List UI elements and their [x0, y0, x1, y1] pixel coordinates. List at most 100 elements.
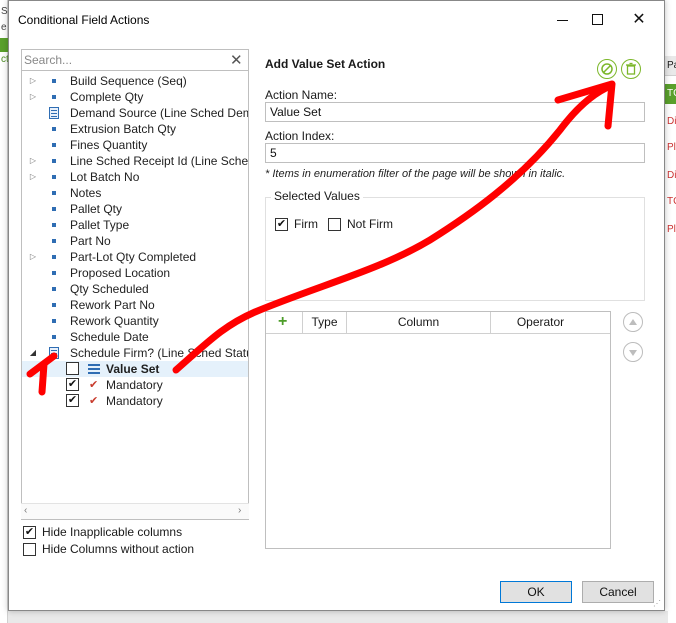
- tree-item[interactable]: Qty Scheduled: [22, 281, 248, 297]
- tree-child-item[interactable]: ✔ ✔ Mandatory: [22, 393, 248, 409]
- expand-arrow-icon[interactable]: ▷: [28, 249, 38, 265]
- background-app-text: TC: [667, 88, 676, 99]
- tree-item[interactable]: Pallet Type: [22, 217, 248, 233]
- tree-child-label: Mandatory: [106, 378, 163, 392]
- field-icon: [52, 143, 56, 147]
- background-app-text: Pl: [667, 224, 676, 235]
- background-app-text: TC: [667, 196, 676, 207]
- tree-item[interactable]: Part No: [22, 233, 248, 249]
- clear-search-icon[interactable]: ✕: [230, 51, 243, 69]
- tree-item[interactable]: ▷ Complete Qty: [22, 89, 248, 105]
- firm-checkbox[interactable]: ✔: [275, 218, 288, 231]
- hide-without-action-label: Hide Columns without action: [42, 542, 195, 556]
- tree-item[interactable]: ▷ Part-Lot Qty Completed: [22, 249, 248, 265]
- delete-action-button[interactable]: [621, 59, 641, 79]
- tree-item-label: Proposed Location: [70, 266, 171, 280]
- action-name-input[interactable]: [265, 102, 645, 122]
- grid-column-column[interactable]: Column: [346, 312, 490, 334]
- tree-item[interactable]: ▷ Lot Batch No: [22, 169, 248, 185]
- action-index-input[interactable]: [265, 143, 645, 163]
- checkmark-icon: ✔: [89, 395, 99, 407]
- hide-without-action-checkbox[interactable]: [23, 543, 36, 556]
- checkmark-icon: ✔: [89, 379, 99, 391]
- collapse-arrow-icon[interactable]: ◢: [28, 345, 38, 361]
- move-up-button[interactable]: [623, 312, 643, 332]
- background-app-highlight: [0, 38, 8, 52]
- field-icon: [52, 207, 56, 211]
- tree-item-label: Notes: [70, 186, 102, 200]
- tree-item-label: Part-Lot Qty Completed: [70, 250, 197, 264]
- tree-item[interactable]: ▷ Line Sched Receipt Id (Line Schedule: [22, 153, 248, 169]
- cancel-button[interactable]: Cancel: [582, 581, 654, 603]
- background-app-text: Pl: [667, 142, 676, 153]
- tree-child-checkbox[interactable]: ✔: [66, 394, 79, 407]
- maximize-button[interactable]: [578, 5, 618, 35]
- record-icon: [49, 347, 59, 359]
- field-icon: [52, 303, 56, 307]
- field-icon: [52, 335, 56, 339]
- tree-item-label: Part No: [70, 234, 111, 248]
- background-app-text: e: [1, 22, 7, 33]
- field-icon: [52, 223, 56, 227]
- field-icon: [52, 239, 56, 243]
- grid-column-operator[interactable]: Operator: [490, 312, 590, 334]
- tree-item[interactable]: Demand Source (Line Sched Demand: [22, 105, 248, 121]
- disable-icon: [601, 63, 613, 75]
- tree-item[interactable]: Pallet Qty: [22, 201, 248, 217]
- expand-arrow-icon[interactable]: ▷: [28, 153, 38, 169]
- field-icon: [52, 271, 56, 275]
- tree-child-label: Mandatory: [106, 394, 163, 408]
- tree-horizontal-scrollbar[interactable]: ‹ ›: [21, 503, 249, 519]
- tree-item[interactable]: Rework Quantity: [22, 313, 248, 329]
- tree-item-label: Schedule Date: [70, 330, 149, 344]
- tree-item-label: Complete Qty: [70, 90, 144, 104]
- hide-inapplicable-label: Hide Inapplicable columns: [42, 525, 183, 539]
- expand-arrow-icon[interactable]: ▷: [28, 169, 38, 185]
- field-icon: [52, 255, 56, 259]
- expand-arrow-icon[interactable]: ▷: [28, 73, 38, 89]
- tree-item-label: Pallet Type: [70, 218, 130, 232]
- tree-child-checkbox[interactable]: [66, 362, 79, 375]
- add-row-icon[interactable]: +: [278, 312, 287, 332]
- selected-values-group: ✔ Firm Not Firm: [265, 197, 645, 301]
- resize-grip-icon[interactable]: ⋰: [653, 599, 661, 608]
- tree-child-item[interactable]: ✔ ✔ Mandatory: [22, 377, 248, 393]
- field-icon: [52, 175, 56, 179]
- field-icon: [52, 95, 56, 99]
- scroll-left-icon[interactable]: ‹: [24, 505, 27, 516]
- field-icon: [52, 127, 56, 131]
- tree-item[interactable]: ▷ Build Sequence (Seq): [22, 73, 248, 89]
- scroll-right-icon[interactable]: ›: [238, 505, 241, 516]
- selected-values-title: Selected Values: [271, 189, 363, 203]
- tree-child-item[interactable]: Value Set: [22, 361, 248, 377]
- field-icon: [52, 319, 56, 323]
- close-button[interactable]: ✕: [619, 5, 659, 35]
- tree-item[interactable]: ◢ Schedule Firm? (Line Sched Status): [22, 345, 248, 361]
- move-down-button[interactable]: [623, 342, 643, 362]
- tree-item[interactable]: Schedule Date: [22, 329, 248, 345]
- tree-item[interactable]: Proposed Location: [22, 265, 248, 281]
- search-input[interactable]: [24, 52, 224, 68]
- enumeration-note: * Items in enumeration filter of the pag…: [265, 168, 566, 180]
- hide-inapplicable-checkbox[interactable]: ✔: [23, 526, 36, 539]
- tree-item[interactable]: Rework Part No: [22, 297, 248, 313]
- background-app-text: Di: [667, 116, 676, 127]
- grid-header: + Type Column Operator: [266, 312, 610, 334]
- tree-item[interactable]: Notes: [22, 185, 248, 201]
- disable-action-button[interactable]: [597, 59, 617, 79]
- search-box: ✕: [21, 49, 249, 71]
- background-app-bottom: [8, 611, 668, 623]
- minimize-icon: [557, 20, 568, 21]
- not-firm-checkbox[interactable]: [328, 218, 341, 231]
- minimize-button[interactable]: [543, 5, 583, 35]
- expand-arrow-icon[interactable]: ▷: [28, 89, 38, 105]
- action-section-title: Add Value Set Action: [265, 57, 386, 71]
- tree-child-checkbox[interactable]: ✔: [66, 378, 79, 391]
- tree-item-label: Pallet Qty: [70, 202, 123, 216]
- tree-item[interactable]: Extrusion Batch Qty: [22, 121, 248, 137]
- field-tree: ▷ Build Sequence (Seq) ▷ Complete Qty De…: [21, 71, 249, 520]
- tree-item[interactable]: Fines Quantity: [22, 137, 248, 153]
- ok-button[interactable]: OK: [500, 581, 572, 603]
- grid-column-type[interactable]: Type: [302, 312, 346, 334]
- arrow-up-icon: [629, 319, 637, 325]
